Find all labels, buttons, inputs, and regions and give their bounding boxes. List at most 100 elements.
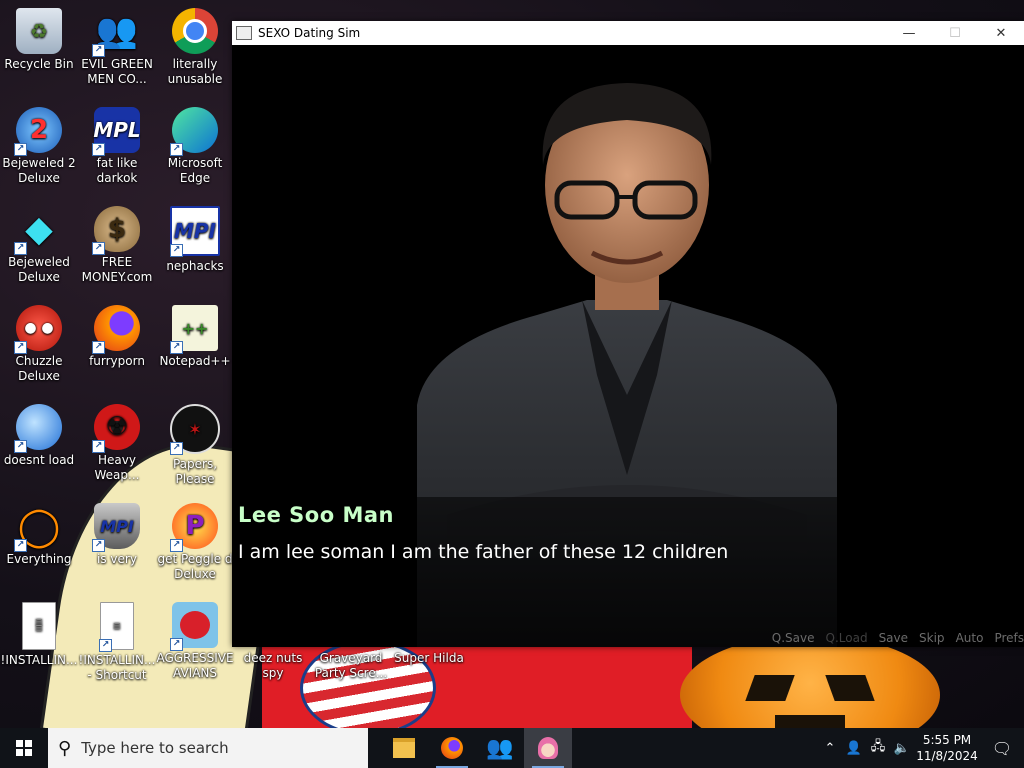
thunderbird-icon: ↗ <box>14 404 62 453</box>
mpi-shield-icon: MPI ↗ <box>92 503 140 552</box>
file-explorer-icon <box>393 738 415 758</box>
money-bag-icon: $ ↗ <box>92 206 140 255</box>
desktop-icon-super-hilda[interactable]: Super Hilda <box>390 651 468 671</box>
dialogue-box[interactable]: Lee Soo Man I am lee soman I am the fath… <box>232 497 1024 647</box>
desktop-icon-bejeweled-2[interactable]: 2 ↗ Bejeweled 2 Deluxe <box>0 103 78 195</box>
search-icon: ⚲ <box>58 737 72 759</box>
desktop-icon-label: Super Hilda <box>394 651 464 665</box>
desktop-icon-label: !INSTALLIN... <box>0 653 78 667</box>
desktop-icon-installin-txt[interactable]: ≡ ≡ !INSTALLIN... <box>0 598 78 690</box>
desktop-icon-fat-like-darkok[interactable]: MPL ↗ fat like darkok <box>78 103 156 195</box>
firefox-icon <box>441 737 463 759</box>
desktop-icon-is-very[interactable]: MPI ↗ is very <box>78 499 156 591</box>
green-men-tray-icon[interactable]: 👤 <box>842 741 866 756</box>
quick-load-button[interactable]: Q.Load <box>826 631 868 645</box>
quick-save-button[interactable]: Q.Save <box>772 631 815 645</box>
bejeweled2-icon: 2 ↗ <box>14 107 62 156</box>
text-file-icon: ≡ ≡ <box>22 602 56 650</box>
green-men-icon: 👥 ↗ <box>92 8 140 57</box>
papers-please-icon: ✶ ↗ <box>170 404 220 455</box>
desktop-icon-label: Notepad++ <box>159 354 231 368</box>
gem-icon: ◆ ↗ <box>14 206 62 255</box>
desktop-icon-label: deez nuts spy <box>243 651 303 680</box>
edge-icon: ↗ <box>170 107 218 156</box>
minimize-button[interactable]: — <box>886 21 932 45</box>
taskbar-firefox[interactable] <box>428 728 476 768</box>
desktop-icon-graveyard-party[interactable]: Graveyard Party Scre... <box>312 651 390 683</box>
desktop-icon-aggressive-avians[interactable]: ↗ AGGRESSIVE AVIANS <box>156 598 234 690</box>
desktop-icon-label: EVIL GREEN MEN CO... <box>81 57 153 86</box>
chuzzle-icon: ● ● ↗ <box>14 305 62 354</box>
taskbar-dating-sim[interactable] <box>524 728 572 768</box>
taskbar-search-box[interactable]: ⚲ Type here to search <box>48 728 368 768</box>
radiation-icon: ☢ ↗ <box>92 404 140 453</box>
angry-bird-icon: ↗ <box>170 602 218 651</box>
desktop-icon-microsoft-edge[interactable]: ↗ Microsoft Edge <box>156 103 234 195</box>
desktop-icon-label: fat like darkok <box>96 156 138 185</box>
dialogue-text: I am lee soman I am the father of these … <box>238 541 729 563</box>
mpi-icon: MPI ↗ <box>170 206 220 257</box>
speaker-name: Lee Soo Man <box>238 503 394 527</box>
window-titlebar[interactable]: SEXO Dating Sim — ☐ ✕ <box>232 21 1024 45</box>
desktop-icon-label: Heavy Weap... <box>94 453 140 482</box>
desktop-icon-notepad-plus-plus[interactable]: ++ ↗ Notepad++ <box>156 301 234 393</box>
desktop-icon-label: Papers, Please <box>172 457 218 486</box>
desktop-icon-free-money[interactable]: $ ↗ FREE MONEY.com <box>78 202 156 294</box>
desktop-icon-papers-please[interactable]: ✶ ↗ Papers, Please <box>156 400 234 492</box>
firefox-icon: ↗ <box>92 305 140 354</box>
taskbar-file-explorer[interactable] <box>380 728 428 768</box>
desktop-icon-label: Recycle Bin <box>4 57 74 71</box>
desktop-icon-get-peggle[interactable]: P ↗ get Peggle d Deluxe <box>156 499 234 591</box>
desktop-icon-nephacks[interactable]: MPI ↗ nephacks <box>156 202 234 294</box>
clock[interactable]: 5:55 PM 11/8/2024 <box>914 732 980 764</box>
desktop-icon-doesnt-load[interactable]: ↗ doesnt load <box>0 400 78 492</box>
skip-button[interactable]: Skip <box>919 631 945 645</box>
dating-sim-icon <box>538 737 558 759</box>
desktop-icon-furryporn[interactable]: ↗ furryporn <box>78 301 156 393</box>
mpl-icon: MPL ↗ <box>92 107 141 156</box>
desktop-icon-heavy-weapon[interactable]: ☢ ↗ Heavy Weap... <box>78 400 156 492</box>
prefs-button[interactable]: Prefs <box>994 631 1024 645</box>
desktop-icon-recycle-bin[interactable]: ♻ Recycle Bin <box>0 4 78 96</box>
chrome-icon <box>172 8 218 54</box>
recycle-bin-icon: ♻ <box>16 8 62 54</box>
taskbar-green-men[interactable]: 👥 <box>476 728 524 768</box>
dating-sim-window[interactable]: SEXO Dating Sim — ☐ ✕ Lee Soo Man I am l… <box>232 21 1024 647</box>
close-button[interactable]: ✕ <box>978 21 1024 45</box>
desktop-icon-label: Everything <box>6 552 72 566</box>
desktop-icon-bejeweled-deluxe[interactable]: ◆ ↗ Bejeweled Deluxe <box>0 202 78 294</box>
desktop-icon-evil-green-men[interactable]: 👥 ↗ EVIL GREEN MEN CO... <box>78 4 156 96</box>
green-men-icon: 👥 <box>486 735 514 761</box>
desktop-icon-chuzzle-deluxe[interactable]: ● ● ↗ Chuzzle Deluxe <box>0 301 78 393</box>
desktop-icon-literally-unusable[interactable]: literally unusable <box>156 4 234 96</box>
notepadpp-icon: ++ ↗ <box>170 305 218 354</box>
system-tray: ⌃ 👤 🖧 🔈 5:55 PM 11/8/2024 🗨 <box>818 728 1024 768</box>
notification-icon[interactable]: 🗨 <box>980 739 1024 758</box>
maximize-button[interactable]: ☐ <box>932 21 978 45</box>
game-viewport[interactable]: Lee Soo Man I am lee soman I am the fath… <box>232 45 1024 647</box>
wallpaper-pumpkin <box>680 635 940 728</box>
network-icon[interactable]: 🖧 <box>866 737 890 759</box>
chevron-up-icon[interactable]: ⌃ <box>818 741 842 756</box>
save-button[interactable]: Save <box>879 631 908 645</box>
everything-search-icon: ◯ ↗ <box>14 503 62 552</box>
search-placeholder: Type here to search <box>81 739 229 757</box>
clock-date: 11/8/2024 <box>916 749 978 763</box>
desktop-icon-label: literally unusable <box>167 57 223 86</box>
desktop-icon-label: AGGRESSIVE AVIANS <box>156 651 234 680</box>
desktop-icon-deez-nuts-spy[interactable]: deez nuts spy <box>234 651 312 680</box>
text-file-shortcut-icon: ≡ ↗ <box>99 602 134 652</box>
desktop-icon-label: Bejeweled Deluxe <box>8 255 70 284</box>
volume-icon[interactable]: 🔈 <box>890 741 914 756</box>
desktop-icon-everything[interactable]: ◯ ↗ Everything <box>0 499 78 591</box>
taskbar: ⚲ Type here to search 👥 ⌃ 👤 🖧 🔈 5:55 PM … <box>0 728 1024 768</box>
desktop-icon-installin-shortcut[interactable]: ≡ ↗ !INSTALLIN... - Shortcut <box>78 598 156 690</box>
desktop-icon-label: !INSTALLIN... - Shortcut <box>78 653 156 682</box>
desktop-icon-label: is very <box>97 552 137 566</box>
desktop-icon-label: nephacks <box>166 259 224 273</box>
start-button[interactable] <box>0 728 48 768</box>
clock-time: 5:55 PM <box>922 733 972 747</box>
quick-menu: Q.Save Q.Load Save Skip Auto Prefs <box>761 631 1024 645</box>
auto-button[interactable]: Auto <box>956 631 984 645</box>
desktop-icon-label: Chuzzle Deluxe <box>15 354 63 383</box>
